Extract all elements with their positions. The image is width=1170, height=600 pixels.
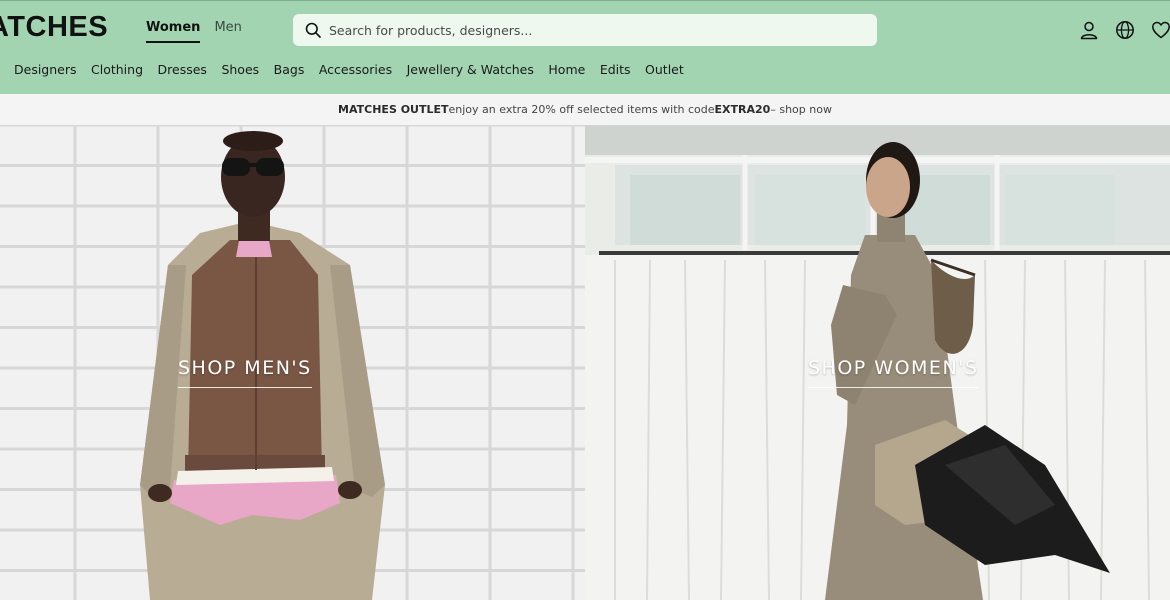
promo-brand: MATCHES OUTLET	[338, 103, 449, 116]
search-bar[interactable]	[293, 14, 877, 46]
promo-link[interactable]: – shop now	[770, 103, 832, 116]
promo-text: enjoy an extra 20% off selected items wi…	[448, 103, 715, 116]
gender-tabs: Women Men	[146, 20, 256, 43]
nav-shoes[interactable]: Shoes	[221, 62, 259, 77]
site-header: ATCHES Women Men Designers Clothing Dres…	[0, 0, 1170, 94]
heart-icon[interactable]	[1143, 19, 1170, 41]
site-logo[interactable]: ATCHES	[0, 11, 108, 44]
nav-dresses[interactable]: Dresses	[158, 62, 207, 77]
search-icon	[305, 22, 321, 38]
category-nav: Designers Clothing Dresses Shoes Bags Ac…	[14, 62, 698, 77]
shop-men-link[interactable]: SHOP MEN'S	[178, 357, 312, 388]
hero-men-panel[interactable]: SHOP MEN'S	[0, 125, 585, 600]
shop-women-link[interactable]: SHOP WOMEN'S	[808, 357, 979, 388]
tab-women[interactable]: Women	[146, 20, 201, 43]
nav-clothing[interactable]: Clothing	[91, 62, 143, 77]
utility-icons	[1071, 19, 1170, 41]
search-input[interactable]	[329, 22, 829, 38]
nav-accessories[interactable]: Accessories	[319, 62, 392, 77]
nav-designers[interactable]: Designers	[14, 62, 77, 77]
globe-icon[interactable]	[1107, 19, 1143, 41]
nav-outlet[interactable]: Outlet	[645, 62, 684, 77]
promo-code: EXTRA20	[714, 103, 771, 116]
nav-bags[interactable]: Bags	[274, 62, 305, 77]
hero-women-panel[interactable]: SHOP WOMEN'S	[585, 125, 1170, 600]
nav-edits[interactable]: Edits	[600, 62, 631, 77]
account-icon[interactable]	[1071, 19, 1107, 41]
promo-banner[interactable]: MATCHES OUTLET enjoy an extra 20% off se…	[0, 94, 1170, 125]
nav-home[interactable]: Home	[548, 62, 585, 77]
nav-jewellery-watches[interactable]: Jewellery & Watches	[407, 62, 534, 77]
tab-men[interactable]: Men	[214, 20, 241, 43]
